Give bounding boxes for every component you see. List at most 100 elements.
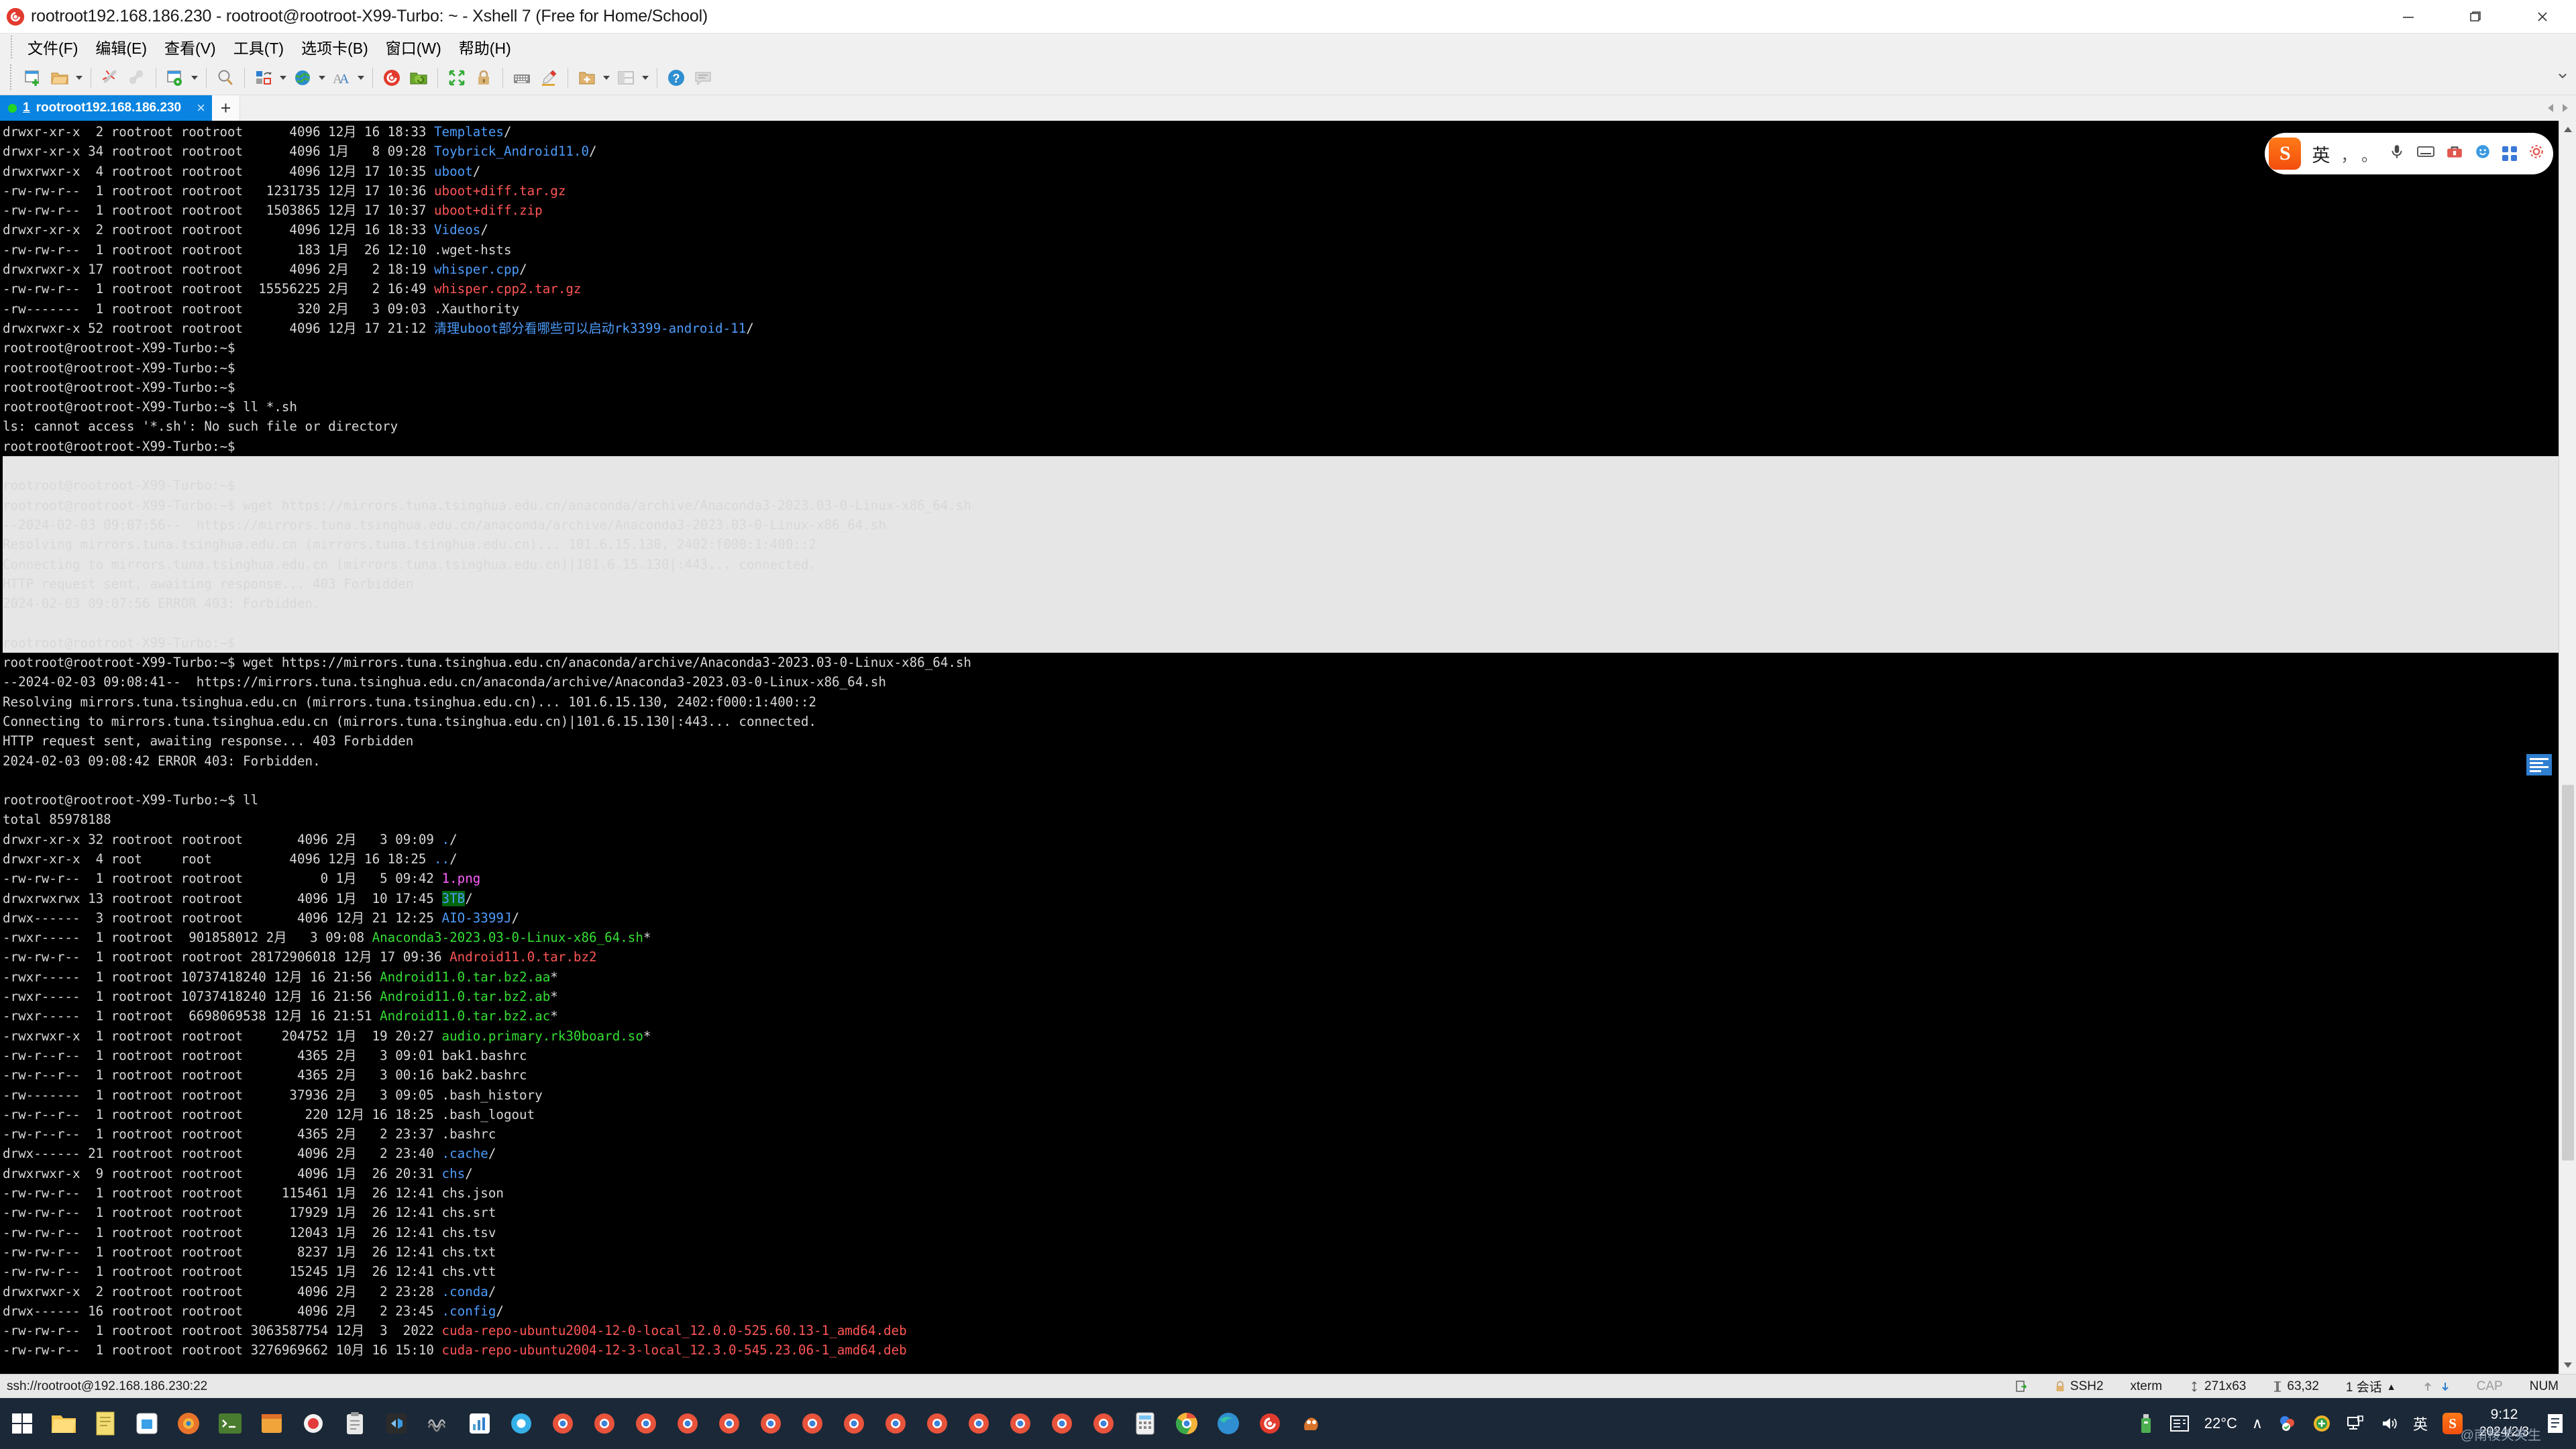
menu-view[interactable]: 查看(V) xyxy=(156,34,225,60)
quick-note-icon[interactable] xyxy=(2526,754,2552,775)
taskbar-item-chrome[interactable] xyxy=(833,1398,875,1449)
terminal-output[interactable]: drwxr-xr-x 2 rootroot rootroot 4096 12月 … xyxy=(0,121,2559,1374)
taskbar-item-chrome[interactable] xyxy=(584,1398,625,1449)
menu-window[interactable]: 窗口(W) xyxy=(377,34,450,60)
transfer-dropdown-icon[interactable] xyxy=(277,63,289,93)
taskbar-item-chrome[interactable] xyxy=(916,1398,958,1449)
taskbar-item-chrome[interactable] xyxy=(542,1398,584,1449)
taskbar-item-chrome[interactable] xyxy=(792,1398,833,1449)
comment-icon[interactable] xyxy=(690,63,716,93)
taskbar-clock[interactable]: 9:12 2024/2/3 xyxy=(2470,1406,2538,1441)
session-properties-dropdown-icon[interactable] xyxy=(189,63,201,93)
scrollbar-up-arrow-icon[interactable] xyxy=(2559,121,2576,138)
tab-close-icon[interactable]: × xyxy=(197,101,205,115)
network-icon[interactable] xyxy=(2339,1414,2372,1433)
globe-dropdown-icon[interactable] xyxy=(316,63,328,93)
scrollbar-thumb[interactable] xyxy=(2562,785,2574,1161)
session-caret-icon[interactable]: ▲ xyxy=(2387,1381,2396,1392)
scroll-right-icon[interactable] xyxy=(2563,104,2568,112)
taskbar-item-media[interactable] xyxy=(417,1398,459,1449)
new-folder-icon[interactable] xyxy=(574,63,600,93)
open-folder-icon[interactable] xyxy=(46,63,73,93)
security-icon[interactable] xyxy=(2270,1413,2305,1434)
sogou-ime-icon[interactable]: S xyxy=(2269,138,2302,170)
taskbar-item-chrome[interactable] xyxy=(667,1398,708,1449)
new-folder-dropdown-icon[interactable] xyxy=(600,63,612,93)
toolbar-grip-handle[interactable] xyxy=(8,64,14,91)
help-icon[interactable]: ? xyxy=(663,63,690,93)
taskbar-item-chrome[interactable] xyxy=(708,1398,750,1449)
taskbar-item-edge[interactable] xyxy=(1208,1398,1249,1449)
reconnect-icon[interactable] xyxy=(123,63,150,93)
taskbar-item-firefox[interactable] xyxy=(168,1398,209,1449)
minimize-button[interactable] xyxy=(2375,0,2442,34)
usb-icon[interactable] xyxy=(2130,1413,2162,1434)
taskbar-item-gimp[interactable] xyxy=(1291,1398,1332,1449)
menu-tools[interactable]: 工具(T) xyxy=(225,34,292,60)
temperature-label[interactable]: 22°C xyxy=(2197,1415,2245,1432)
ime-punctuation-label[interactable]: ， 。 xyxy=(2341,142,2377,166)
shield-icon[interactable] xyxy=(2305,1414,2339,1433)
keyboard-icon[interactable] xyxy=(2416,143,2435,165)
toolbox-icon[interactable] xyxy=(2446,143,2463,165)
taskbar-item-notepad[interactable] xyxy=(85,1398,126,1449)
taskbar-item-chrome[interactable] xyxy=(1083,1398,1124,1449)
toolbar-overflow-icon[interactable] xyxy=(2556,69,2569,86)
show-hidden-icons-chevron[interactable]: ∧ xyxy=(2245,1415,2270,1432)
taskbar-item-store[interactable] xyxy=(126,1398,168,1449)
transfer-status-icon[interactable] xyxy=(2001,1380,2041,1393)
terminal-scrollbar[interactable] xyxy=(2559,121,2576,1374)
layout-dropdown-icon[interactable] xyxy=(639,63,651,93)
highlight-icon[interactable] xyxy=(535,63,562,93)
taskbar-item-chrome-active[interactable] xyxy=(1166,1398,1208,1449)
notification-icon[interactable] xyxy=(2538,1407,2572,1440)
menu-edit[interactable]: 编辑(E) xyxy=(87,34,156,60)
fullscreen-icon[interactable] xyxy=(443,63,470,93)
keyboard-icon[interactable] xyxy=(508,63,535,93)
session-count[interactable]: 1 会话 ▲ xyxy=(2332,1377,2410,1395)
microphone-icon[interactable] xyxy=(2388,143,2406,165)
taskbar-item-chrome[interactable] xyxy=(875,1398,916,1449)
ime-mode-label[interactable]: 英 xyxy=(2312,141,2330,167)
find-icon[interactable] xyxy=(212,63,239,93)
font-dropdown-icon[interactable] xyxy=(355,63,367,93)
taskbar-item-chrome[interactable] xyxy=(1041,1398,1083,1449)
transfer-icon[interactable] xyxy=(250,63,277,93)
taskbar-item-vscode[interactable] xyxy=(376,1398,417,1449)
taskbar-item-chrome[interactable] xyxy=(958,1398,1000,1449)
close-button[interactable] xyxy=(2509,0,2576,34)
ime-language-indicator[interactable]: 英 xyxy=(2406,1413,2435,1434)
sogou-icon[interactable]: S xyxy=(2435,1413,2470,1434)
taskbar-item-clipboard[interactable] xyxy=(334,1398,376,1449)
taskbar-item-chrome[interactable] xyxy=(625,1398,667,1449)
taskbar-item-calculator[interactable] xyxy=(1124,1398,1166,1449)
taskbar-item-chrome[interactable] xyxy=(1000,1398,1041,1449)
new-tab-button[interactable]: + xyxy=(211,95,240,121)
taskbar-item-app-orange[interactable] xyxy=(251,1398,292,1449)
tab-session-1[interactable]: 1 rootroot192.168.186.230 × xyxy=(0,95,212,121)
font-icon[interactable]: A A xyxy=(328,63,355,93)
maximize-button[interactable] xyxy=(2442,0,2509,34)
open-folder-dropdown-icon[interactable] xyxy=(73,63,85,93)
disconnect-icon[interactable] xyxy=(97,63,123,93)
taskbar-item-browser[interactable] xyxy=(500,1398,542,1449)
volume-icon[interactable] xyxy=(2372,1414,2406,1433)
xftp-icon[interactable] xyxy=(405,63,432,93)
xshell-icon[interactable] xyxy=(378,63,405,93)
weather-widget[interactable] xyxy=(2162,1414,2197,1433)
taskbar-item-xshell-active[interactable] xyxy=(1249,1398,1291,1449)
lock-icon[interactable] xyxy=(470,63,497,93)
menu-file[interactable]: 文件(F) xyxy=(19,34,87,60)
taskbar-item-chrome[interactable] xyxy=(750,1398,792,1449)
taskbar-item-record[interactable] xyxy=(292,1398,334,1449)
session-properties-icon[interactable] xyxy=(162,63,189,93)
emoji-icon[interactable] xyxy=(2474,143,2491,165)
new-session-icon[interactable] xyxy=(19,63,46,93)
scroll-left-icon[interactable] xyxy=(2548,104,2553,112)
windows-start-icon[interactable] xyxy=(1,1398,43,1449)
globe-icon[interactable] xyxy=(289,63,316,93)
scrollbar-down-arrow-icon[interactable] xyxy=(2559,1356,2576,1374)
menu-tabs[interactable]: 选项卡(B) xyxy=(292,34,377,60)
gear-icon[interactable] xyxy=(2528,143,2545,165)
apps-grid-icon[interactable] xyxy=(2502,146,2517,161)
